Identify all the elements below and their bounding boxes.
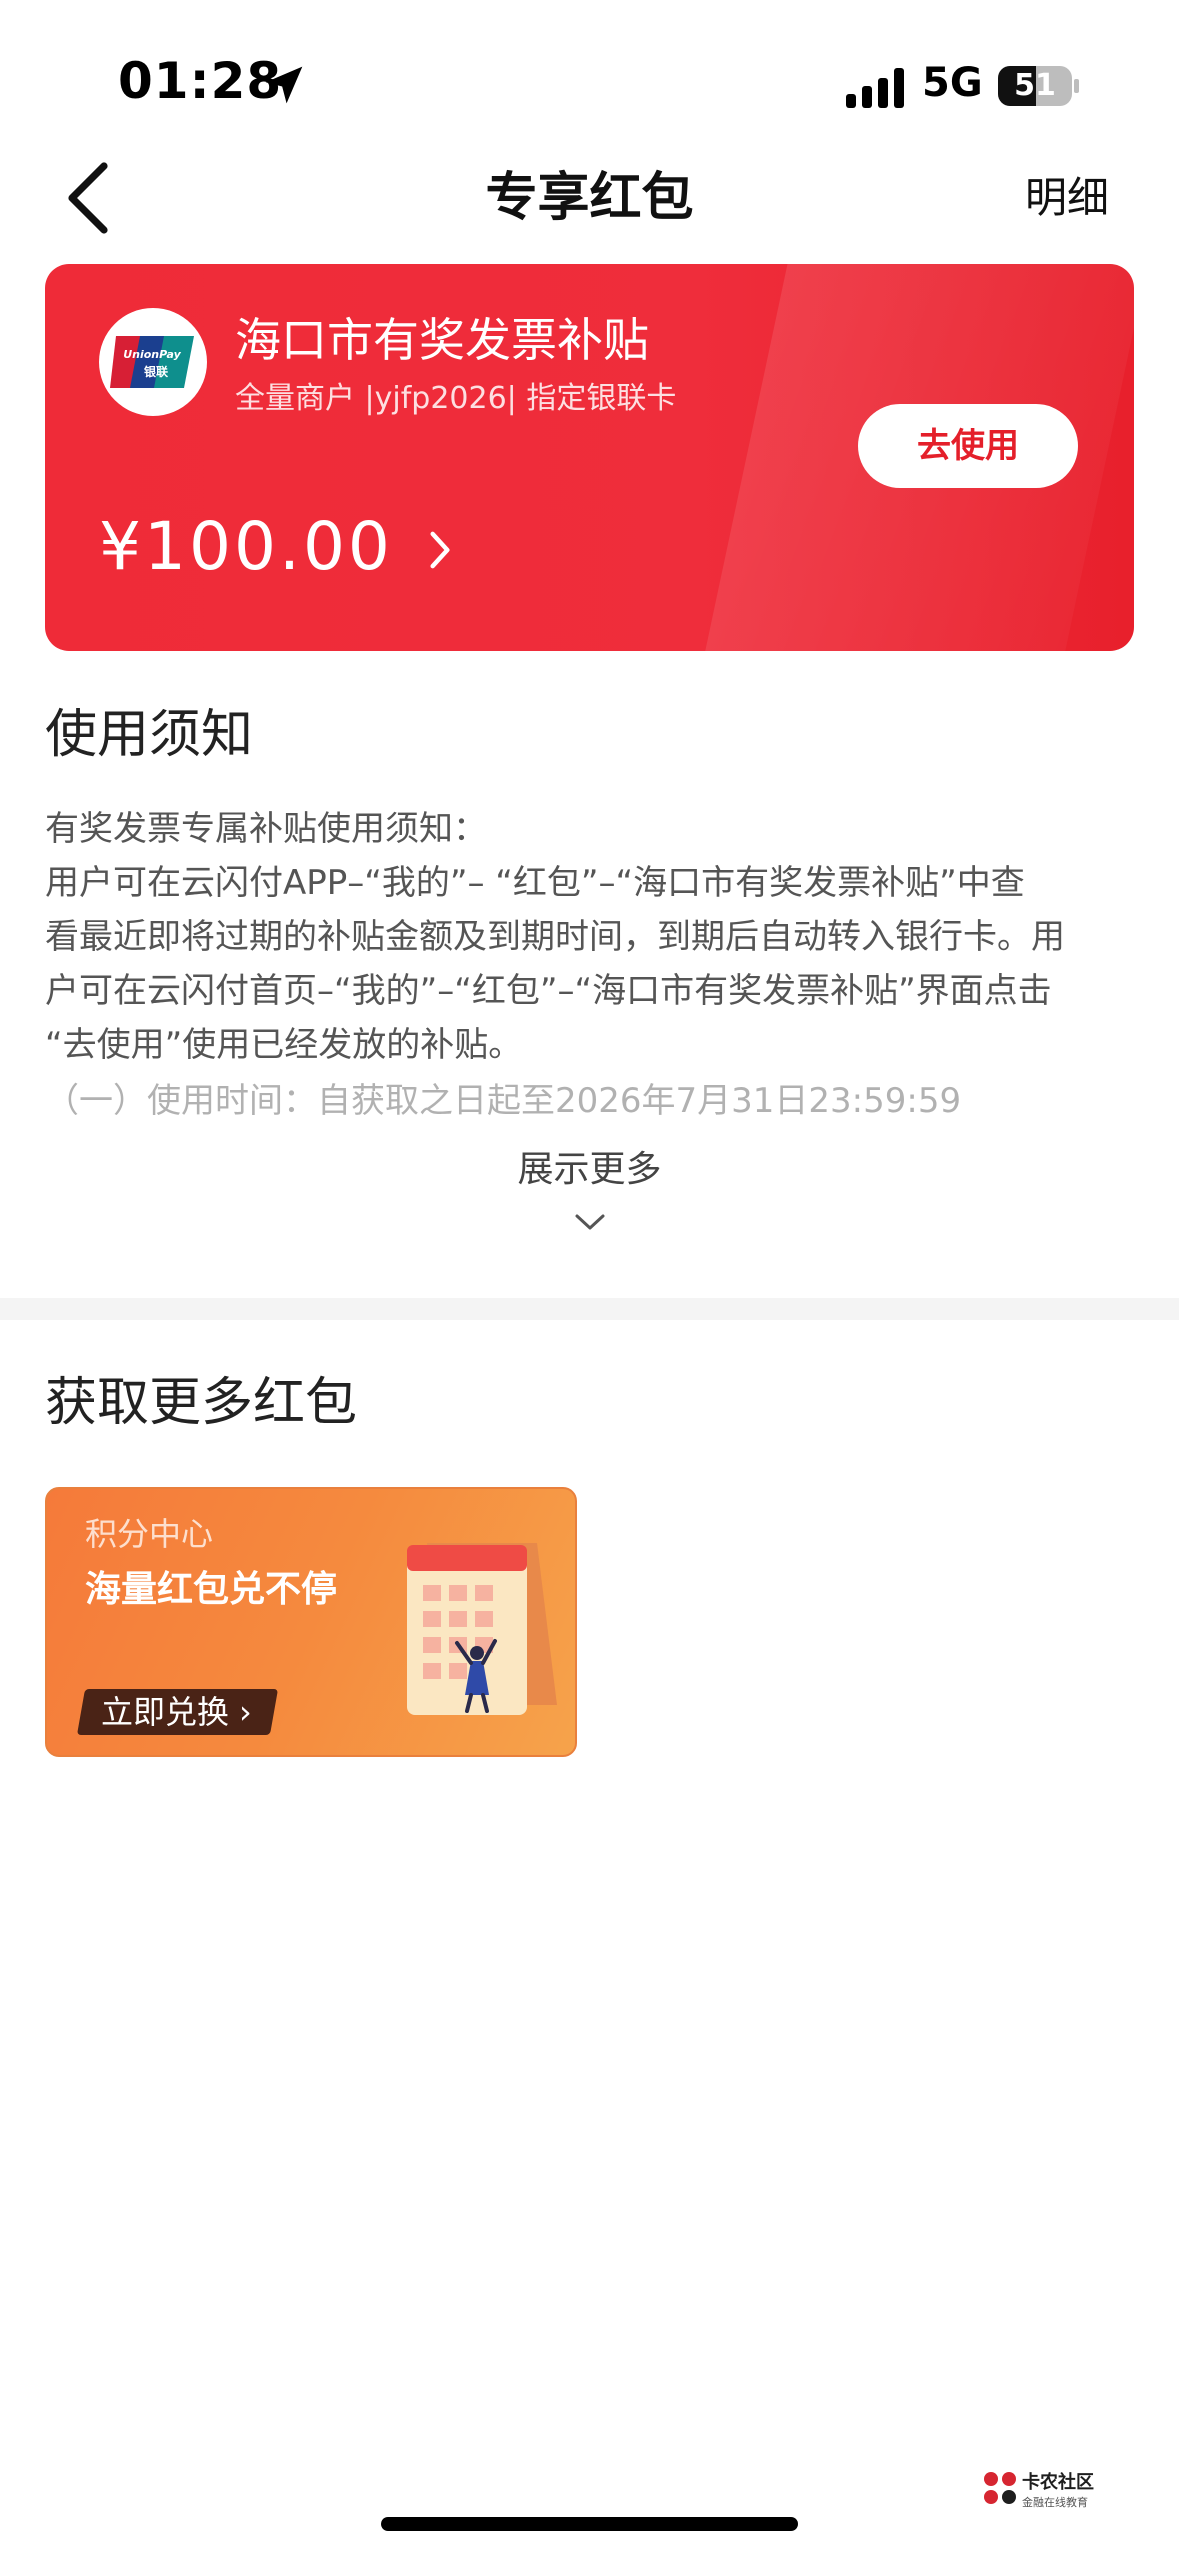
- notice-title: 使用须知: [45, 705, 254, 765]
- red-packet-card[interactable]: UnionPay 银联 海口市有奖发票补贴 全量商户 |yjfp2026| 指定…: [45, 264, 1134, 651]
- kanong-watermark-logo: 卡农社区 金融在线教育: [984, 2471, 1094, 2509]
- battery-icon: 51: [998, 66, 1080, 106]
- calendar-illustration-icon: [407, 1543, 557, 1715]
- notice-line: 看最近即将过期的补贴金额及到期时间，到期后自动转入银行卡。用: [45, 917, 1065, 957]
- use-button[interactable]: 去使用: [858, 404, 1078, 488]
- location-arrow-icon: [265, 66, 303, 104]
- notice-line: 有奖发票专属补贴使用须知：: [45, 809, 487, 849]
- svg-text:金融在线教育: 金融在线教育: [1022, 2495, 1088, 2509]
- notice-line: 用户可在云闪付APP–“我的”– “红包”–“海口市有奖发票补贴”中查: [45, 863, 1025, 903]
- notice-line: “去使用”使用已经发放的补贴。: [45, 1025, 523, 1065]
- battery-percent: 51: [1014, 68, 1056, 103]
- notice-line-faded: （一）使用时间：自获取之日起至2026年7月31日23:59:59: [45, 1081, 962, 1121]
- chevron-down-icon[interactable]: [573, 1210, 607, 1234]
- home-indicator[interactable]: [381, 2517, 798, 2531]
- notice-text: 有奖发票专属补贴使用须知： 用户可在云闪付APP–“我的”– “红包”–“海口市…: [45, 802, 1135, 1072]
- page-title: 专享红包: [485, 168, 694, 228]
- show-more-button[interactable]: 展示更多: [0, 1145, 1179, 1195]
- points-center-banner[interactable]: 积分中心 海量红包兑不停 立即兑换 ›: [45, 1487, 577, 1757]
- promo-headline: 海量红包兑不停: [85, 1569, 338, 1610]
- red-packet-subtitle: 全量商户 |yjfp2026| 指定银联卡: [235, 381, 677, 416]
- red-packet-title: 海口市有奖发票补贴: [235, 313, 649, 367]
- signal-icon: [846, 68, 904, 108]
- promo-tag: 积分中心: [85, 1515, 214, 1553]
- chevron-right-icon[interactable]: [425, 528, 455, 572]
- notice-line: 户可在云闪付首页–“我的”–“红包”–“海口市有奖发票补贴”界面点击: [45, 971, 1052, 1011]
- page: 01:28 5G 51 专享红包 明细 UnionPay 银联 海口市有奖发票补…: [0, 0, 1179, 2556]
- svg-text:UnionPay: UnionPay: [123, 348, 181, 361]
- redeem-button-arrow: ›: [239, 1693, 252, 1731]
- red-packet-amount[interactable]: ¥100.00: [99, 504, 393, 590]
- section-divider: [0, 1298, 1179, 1320]
- status-time: 01:28: [118, 52, 283, 110]
- svg-text:银联: 银联: [144, 364, 168, 379]
- redeem-button-label: 立即兑换: [101, 1693, 230, 1731]
- detail-link[interactable]: 明细: [1025, 170, 1109, 226]
- network-label: 5G: [922, 60, 983, 106]
- more-section-title: 获取更多红包: [45, 1373, 358, 1433]
- unionpay-logo-icon: UnionPay 银联: [99, 308, 207, 416]
- redeem-button[interactable]: 立即兑换 ›: [76, 1689, 279, 1735]
- svg-text:卡农社区: 卡农社区: [1022, 2471, 1094, 2493]
